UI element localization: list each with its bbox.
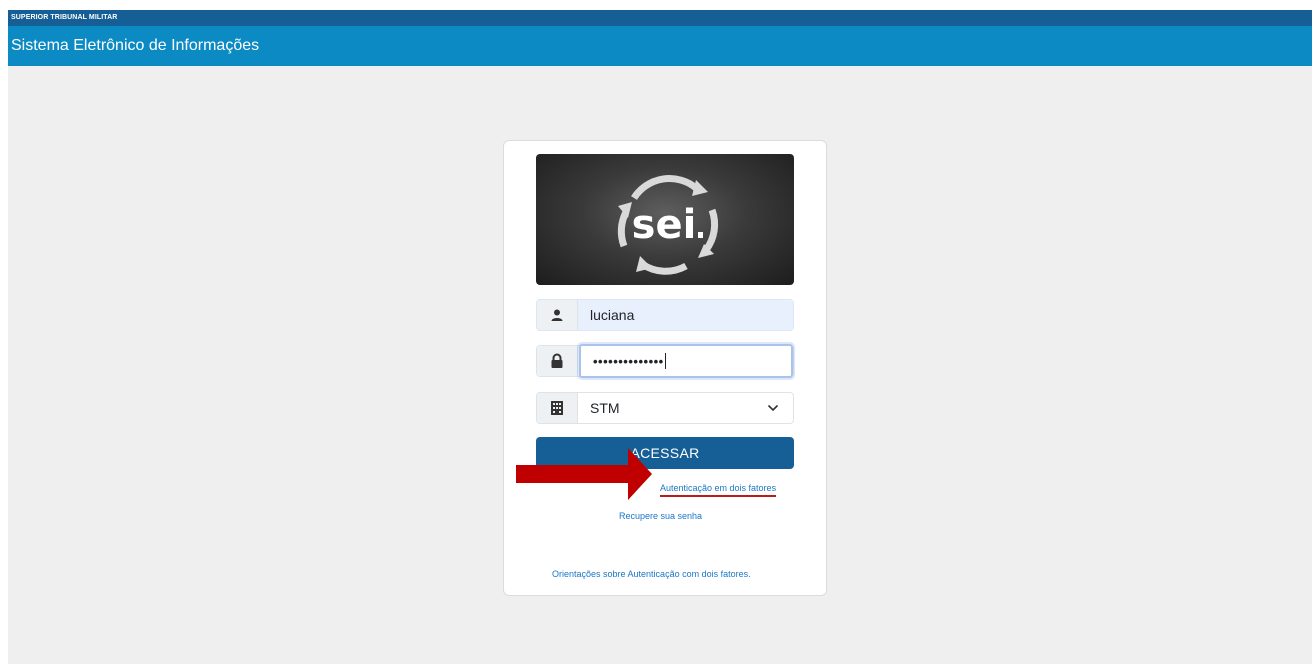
sei-logo-banner: sei	[536, 154, 794, 285]
system-title-bar: Sistema Eletrônico de Informações	[8, 26, 1312, 66]
organization-selected: STM	[590, 400, 620, 416]
username-input[interactable]: luciana	[578, 300, 793, 330]
recover-password-link[interactable]: Recupere sua senha	[619, 511, 702, 521]
building-icon	[537, 393, 578, 423]
username-field[interactable]: luciana	[536, 299, 794, 331]
system-title: Sistema Eletrônico de Informações	[11, 37, 260, 54]
password-mask: ••••••••••••••	[593, 353, 664, 369]
svg-text:sei: sei	[632, 202, 697, 248]
organization-select[interactable]: STM	[536, 392, 794, 424]
two-factor-guidance-link[interactable]: Orientações sobre Autenticação com dois …	[552, 569, 751, 579]
page-background: SUPERIOR TRIBUNAL MILITAR Sistema Eletrô…	[8, 10, 1312, 664]
password-field[interactable]: ••••••••••••••	[536, 344, 794, 378]
org-bar: SUPERIOR TRIBUNAL MILITAR	[8, 10, 1312, 26]
org-name: SUPERIOR TRIBUNAL MILITAR	[11, 14, 118, 21]
user-icon	[537, 300, 578, 330]
chevron-down-icon	[767, 404, 779, 412]
password-input[interactable]: ••••••••••••••	[579, 344, 793, 378]
text-caret	[664, 353, 666, 369]
annotation-arrow-icon	[516, 448, 652, 500]
login-card: sei luciana •••••••••••••• STM ACESSAR A…	[503, 140, 827, 596]
two-factor-link[interactable]: Autenticação em dois fatores	[660, 483, 777, 497]
sei-logo-icon: sei	[617, 175, 719, 275]
lock-icon	[537, 346, 578, 376]
organization-value[interactable]: STM	[578, 393, 793, 423]
